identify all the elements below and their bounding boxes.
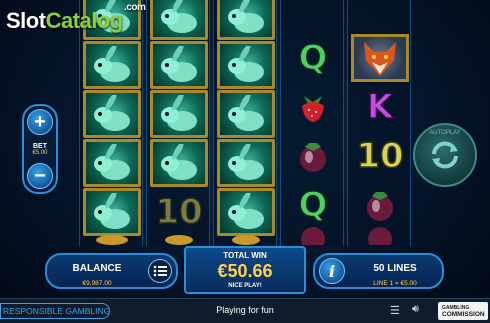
gambling-commission-logo[interactable]: GAMBLING COMMISSION: [438, 302, 488, 320]
game-screen: SlotCatalog .com 10 Q Q K 10 + BET €5.00…: [0, 0, 490, 323]
reel-3: [213, 0, 277, 246]
rabbit-symbol: [83, 188, 141, 236]
ten-symbol: 10: [356, 135, 405, 177]
bet-panel: + BET €5.00 −: [22, 104, 58, 194]
rabbit-symbol: [217, 41, 275, 89]
rabbit-symbol: [217, 139, 275, 187]
reel-2: 10: [146, 0, 210, 246]
hamburger-menu-icon[interactable]: ☰: [390, 304, 400, 317]
rabbit-symbol: [83, 41, 141, 89]
mangosteen-symbol: [351, 181, 409, 229]
strawberry-symbol: [284, 83, 342, 131]
letter-q-symbol: Q: [298, 184, 328, 226]
win-message: NICE PLAY!: [228, 283, 262, 289]
rabbit-symbol: [150, 0, 208, 40]
footer-bar: RESPONSIBLE GAMBLING Playing for fun ☰ 🔊…: [0, 298, 490, 323]
total-win-panel: TOTAL WIN €50.66 NICE PLAY!: [184, 246, 306, 294]
rabbit-symbol: [217, 188, 275, 236]
bet-value: €5.00: [32, 149, 48, 156]
rabbit-symbol: [83, 90, 141, 138]
rabbit-symbol: [83, 139, 141, 187]
letter-k-symbol: K: [366, 86, 394, 128]
autoplay-label: AUTOPLAY: [429, 130, 461, 136]
menu-button[interactable]: [148, 259, 172, 283]
balance-panel: BALANCE €9,987.00: [45, 253, 178, 289]
mangosteen-symbol: [284, 224, 342, 246]
watermark-text-b: Catalog: [45, 8, 124, 33]
balance-label: BALANCE: [72, 263, 122, 274]
balance-value: €9,987.00: [82, 280, 112, 287]
fox-symbol: [351, 34, 409, 82]
watermark-logo: SlotCatalog .com: [6, 2, 146, 34]
watermark-suffix: .com: [124, 2, 146, 13]
mangosteen-symbol: [284, 132, 342, 180]
spin-button[interactable]: AUTOPLAY: [413, 123, 477, 187]
rabbit-symbol: [217, 0, 275, 40]
rabbit-symbol: [150, 139, 208, 187]
sound-icon[interactable]: 🔊︎: [412, 303, 419, 316]
mangosteen-symbol: [351, 224, 409, 246]
line-bet-detail: LINE 1 = €5.00: [373, 280, 417, 287]
reel-area: 10 Q Q K 10: [76, 0, 411, 246]
rabbit-symbol: [150, 90, 208, 138]
menu-icon: [153, 265, 167, 277]
rabbit-symbol: [150, 41, 208, 89]
gold-coins-symbol: [150, 232, 208, 246]
spin-arrows-icon: [432, 141, 458, 169]
increase-bet-button[interactable]: +: [27, 109, 53, 135]
total-win-label: TOTAL WIN: [223, 251, 267, 260]
info-button[interactable]: i: [319, 258, 345, 284]
lines-label: 50 LINES: [373, 263, 417, 274]
ten-symbol: 10: [155, 191, 204, 233]
total-win-amount: €50.66: [217, 261, 273, 281]
gold-coins-symbol: [217, 232, 275, 246]
watermark-text-a: Slot: [6, 8, 46, 33]
rabbit-symbol: [217, 90, 275, 138]
lines-panel: i 50 LINES LINE 1 = €5.00: [313, 253, 444, 289]
reel-4: Q Q: [280, 0, 344, 246]
reel-1: [79, 0, 143, 246]
reel-5: K 10: [347, 0, 411, 246]
responsible-gambling-link[interactable]: RESPONSIBLE GAMBLING: [0, 303, 110, 319]
gold-coins-symbol: [83, 232, 141, 246]
letter-q-symbol: Q: [298, 37, 328, 79]
bet-label: BET: [32, 142, 47, 150]
decrease-bet-button[interactable]: −: [27, 163, 53, 189]
